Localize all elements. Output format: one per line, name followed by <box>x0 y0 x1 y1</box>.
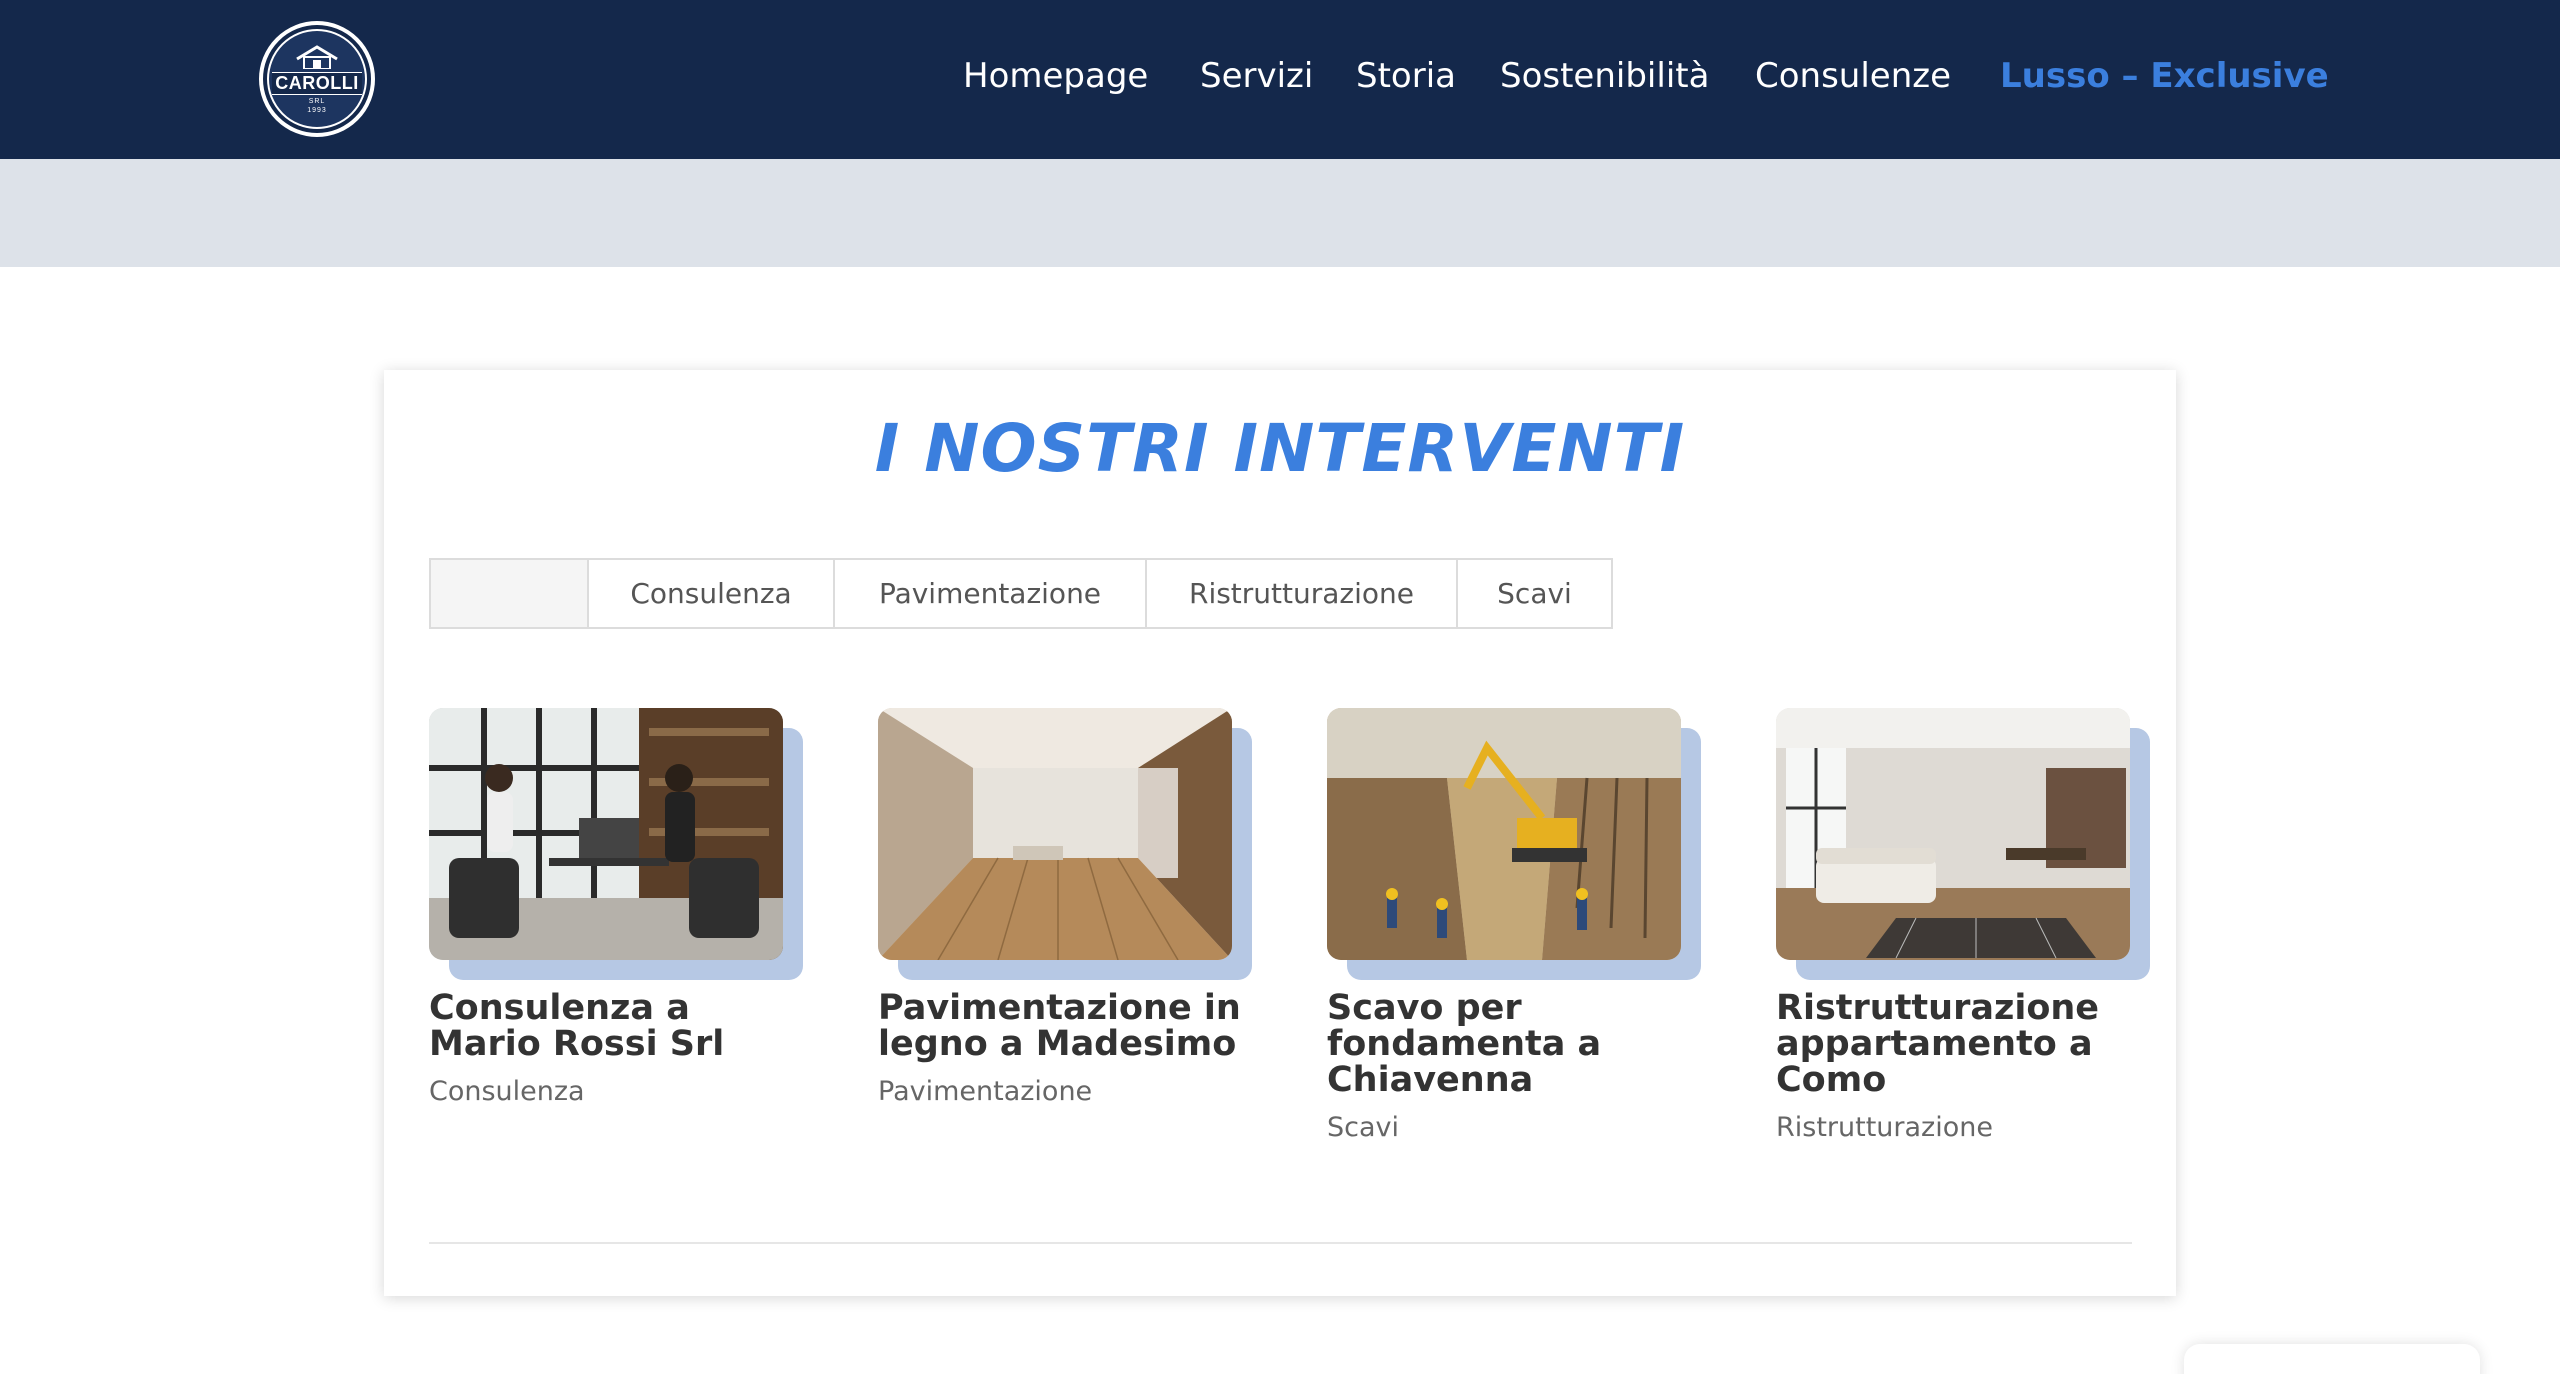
filter-ristrutturazione[interactable]: Ristrutturazione <box>1145 560 1456 627</box>
thumbnail[interactable] <box>1776 708 2150 980</box>
portfolio-item[interactable]: Ristrutturazione appartamento a Como Ris… <box>1776 708 2150 1143</box>
filter-scavi[interactable]: Scavi <box>1456 560 1611 627</box>
thumbnail[interactable] <box>1327 708 1701 980</box>
site-header: CAROLLI SRL 1993 Homepage Servizi Storia… <box>0 0 2560 159</box>
main-nav: Homepage Servizi Storia Sostenibilità Co… <box>0 52 2560 100</box>
nav-item-storia[interactable]: Storia <box>1356 52 1456 100</box>
item-category[interactable]: Pavimentazione <box>878 1076 1252 1107</box>
hero-band <box>0 159 2560 267</box>
nav-item-lusso-exclusive[interactable]: Lusso – Exclusive <box>2000 52 2329 100</box>
item-category[interactable]: Consulenza <box>429 1076 803 1107</box>
filter-pavimentazione[interactable]: Pavimentazione <box>833 560 1145 627</box>
portfolio-item[interactable]: Pavimentazione in legno a Madesimo Pavim… <box>878 708 1252 1107</box>
nav-item-sostenibilita[interactable]: Sostenibilità <box>1500 52 1709 100</box>
item-title[interactable]: Pavimentazione in legno a Madesimo <box>878 990 1252 1062</box>
nav-item-homepage[interactable]: Homepage <box>963 52 1148 100</box>
portfolio-item[interactable]: Scavo per fondamenta a Chiavenna Scavi <box>1327 708 1701 1143</box>
filter-consulenza[interactable]: Consulenza <box>587 560 833 627</box>
apartment-photo[interactable] <box>1776 708 2130 960</box>
item-title[interactable]: Consulenza a Mario Rossi Srl <box>429 990 803 1062</box>
nav-item-consulenze[interactable]: Consulenze <box>1755 52 1951 100</box>
portfolio-item[interactable]: Consulenza a Mario Rossi Srl Consulenza <box>429 708 803 1107</box>
meeting-illustration <box>429 708 783 960</box>
wood-floor-photo[interactable] <box>878 708 1232 960</box>
item-category[interactable]: Ristrutturazione <box>1776 1112 2150 1143</box>
thumbnail[interactable] <box>878 708 1252 980</box>
thumbnail[interactable] <box>429 708 803 980</box>
nav-item-servizi[interactable]: Servizi <box>1200 52 1313 100</box>
item-category[interactable]: Scavi <box>1327 1112 1701 1143</box>
wood-floor-illustration <box>878 708 1232 960</box>
logo-year: 1993 <box>307 106 327 114</box>
filter-all[interactable] <box>431 560 587 627</box>
divider <box>429 1242 2132 1244</box>
floating-widget[interactable] <box>2184 1344 2480 1374</box>
item-title[interactable]: Scavo per fondamenta a Chiavenna <box>1327 990 1701 1098</box>
meeting-photo[interactable] <box>429 708 783 960</box>
item-title[interactable]: Ristrutturazione appartamento a Como <box>1776 990 2150 1098</box>
portfolio-filters: Consulenza Pavimentazione Ristrutturazio… <box>429 558 1613 629</box>
section-title: I NOSTRI INTERVENTI <box>874 410 1686 487</box>
apartment-illustration <box>1776 708 2130 960</box>
portfolio-card: I NOSTRI INTERVENTI Consulenza Pavimenta… <box>384 370 2176 1296</box>
excavation-illustration <box>1327 708 1681 960</box>
excavation-photo[interactable] <box>1327 708 1681 960</box>
